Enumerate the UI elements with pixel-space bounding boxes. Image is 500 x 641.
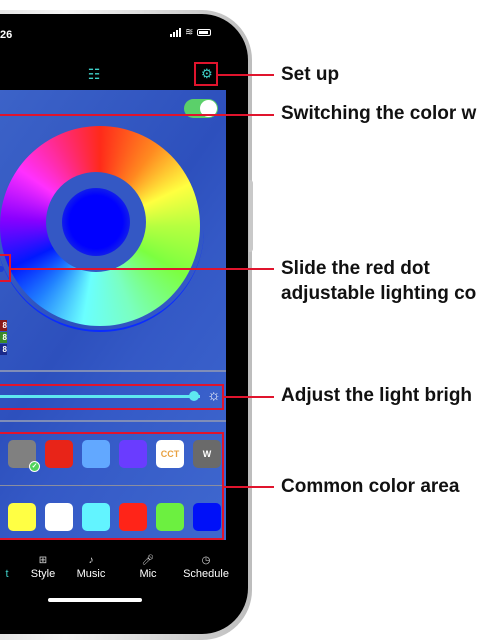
phone-side-button [249,180,253,252]
home-indicator [48,598,142,602]
leader-line-switch [0,114,274,116]
tab-label: Music [76,568,106,580]
gear-icon[interactable]: ⚙ [201,67,213,81]
signal-icon [170,28,181,37]
divider [0,370,226,372]
brightness-highlight-box [0,384,224,410]
picker-dot-highlight-box [0,254,11,282]
equalizer-icon[interactable]: ☷ [86,66,102,82]
tab-label: Style [30,568,56,580]
leader-line-setup [218,74,274,76]
callout-setup: Set up [281,64,340,85]
tab-light[interactable]: t [0,554,14,580]
callout-brightness: Adjust the light brigh [281,385,473,406]
leader-line-dot [11,268,274,270]
tab-label: Schedule [183,568,229,580]
common-color-highlight-box [0,432,224,540]
tab-music[interactable]: ♪ Music [74,554,108,580]
tab-schedule[interactable]: ◷ Schedule [181,554,231,580]
color-control-panel: 8 8 8 ☼ ✓ CCT W [0,90,226,540]
tab-icon [0,554,14,568]
selected-color-preview [62,188,130,256]
status-time: 26 [0,29,13,41]
product-annotation-graphic: 26 ≋ ☷ ⚙ 8 8 8 ☼ ✓ CCT W t ⊞ Style ♪ Mus… [0,0,500,641]
callout-slide-dot-2: adjustable lighting co [281,283,477,304]
tab-style[interactable]: ⊞ Style [28,554,58,580]
battery-icon [197,29,212,36]
leader-line-brightness [224,396,274,398]
callout-switch-color: Switching the color w [281,103,477,124]
callout-common-color: Common color area [281,476,460,497]
tab-mic[interactable]: 🎤︎ Mic [136,554,160,580]
rgb-blue-value: 8 [0,344,7,355]
rgb-green-value: 8 [0,332,7,343]
timer-icon: ◷ [201,555,211,566]
leader-line-common [224,486,274,488]
divider [0,420,226,422]
grid-icon: ⊞ [38,555,48,566]
music-note-icon: ♪ [88,555,94,566]
settings-highlight-box: ⚙ [194,62,218,86]
tab-label: Mic [139,568,157,580]
rgb-red-value: 8 [0,320,7,331]
status-icons: ≋ [170,27,212,38]
callout-slide-dot-1: Slide the red dot [281,258,430,279]
tab-label: t [5,568,9,580]
microphone-icon: 🎤︎ [141,555,155,566]
wifi-icon: ≋ [185,27,194,38]
